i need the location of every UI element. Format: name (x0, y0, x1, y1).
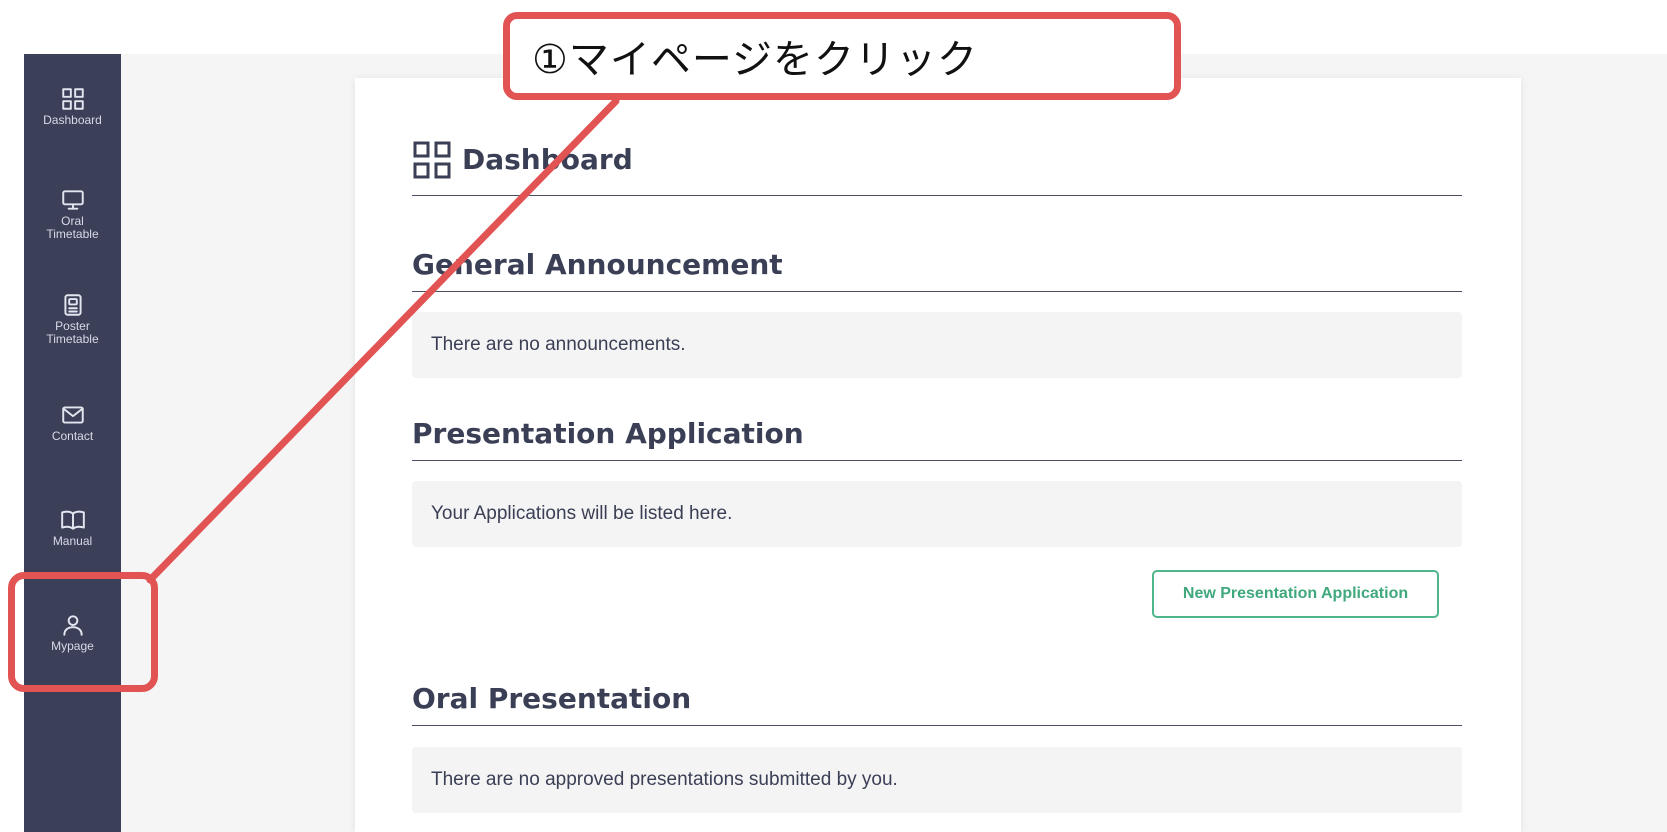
sidebar-item-mypage[interactable]: Mypage (24, 612, 121, 653)
page-title: Dashboard (462, 143, 633, 176)
section-title-general-announcement: General Announcement (412, 247, 1462, 292)
instruction-callout: ①マイページをクリック (503, 12, 1181, 100)
book-icon (60, 510, 85, 530)
sidebar-item-label: Contact (51, 429, 94, 443)
new-presentation-application-button[interactable]: New Presentation Application (1152, 570, 1439, 618)
sidebar-item-label: Manual (52, 534, 93, 548)
monitor-icon (61, 190, 84, 210)
sidebar-item-manual[interactable]: Manual (24, 507, 121, 548)
page-header: Dashboard (412, 140, 1462, 196)
grid-icon (413, 141, 451, 179)
sidebar-item-label: Poster Timetable (46, 319, 99, 346)
announcement-box: There are no announcements. (412, 312, 1462, 378)
applications-box: Your Applications will be listed here. (412, 481, 1462, 547)
sidebar-item-contact[interactable]: Contact (24, 402, 121, 443)
oral-presentation-message: There are no approved presentations subm… (431, 769, 898, 790)
section-title-oral-presentation: Oral Presentation (412, 681, 1462, 726)
sidebar: Dashboard Oral Timetable Poster Timetabl… (24, 54, 121, 832)
sidebar-item-label: Oral Timetable (46, 214, 99, 241)
poster-icon (63, 294, 82, 316)
sidebar-item-poster-timetable[interactable]: Poster Timetable (24, 292, 121, 346)
sidebar-item-label: Dashboard (43, 113, 102, 127)
oral-presentation-box: There are no approved presentations subm… (412, 747, 1462, 813)
user-icon (62, 615, 83, 636)
section-title-presentation-application: Presentation Application (412, 416, 1462, 461)
instruction-text: ①マイページをクリック (532, 37, 979, 83)
grid-icon (61, 88, 84, 110)
sidebar-item-label: Mypage (51, 639, 94, 653)
applications-message: Your Applications will be listed here. (431, 503, 733, 524)
announcement-message: There are no announcements. (431, 334, 686, 355)
envelope-icon (61, 406, 84, 424)
sidebar-item-oral-timetable[interactable]: Oral Timetable (24, 187, 121, 241)
sidebar-item-dashboard[interactable]: Dashboard (24, 86, 121, 127)
